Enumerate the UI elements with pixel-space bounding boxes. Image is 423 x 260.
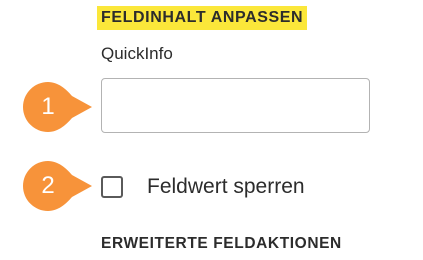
quickinfo-label: QuickInfo	[101, 44, 173, 63]
callout-2: 2	[22, 161, 94, 211]
lock-field-value-option[interactable]: Feldwert sperren	[101, 172, 305, 202]
section-heading-feldinhalt: FELDINHALT ANPASSEN	[97, 6, 308, 30]
lock-field-value-checkbox[interactable]	[101, 176, 123, 198]
lock-field-value-label[interactable]: Feldwert sperren	[147, 174, 305, 200]
advanced-field-actions-heading[interactable]: ERWEITERTE FELDAKTIONEN	[101, 234, 342, 254]
callout-number: 2	[41, 172, 55, 199]
quickinfo-input[interactable]	[101, 78, 370, 133]
callout-1: 1	[22, 82, 94, 132]
callout-number: 1	[41, 93, 55, 120]
